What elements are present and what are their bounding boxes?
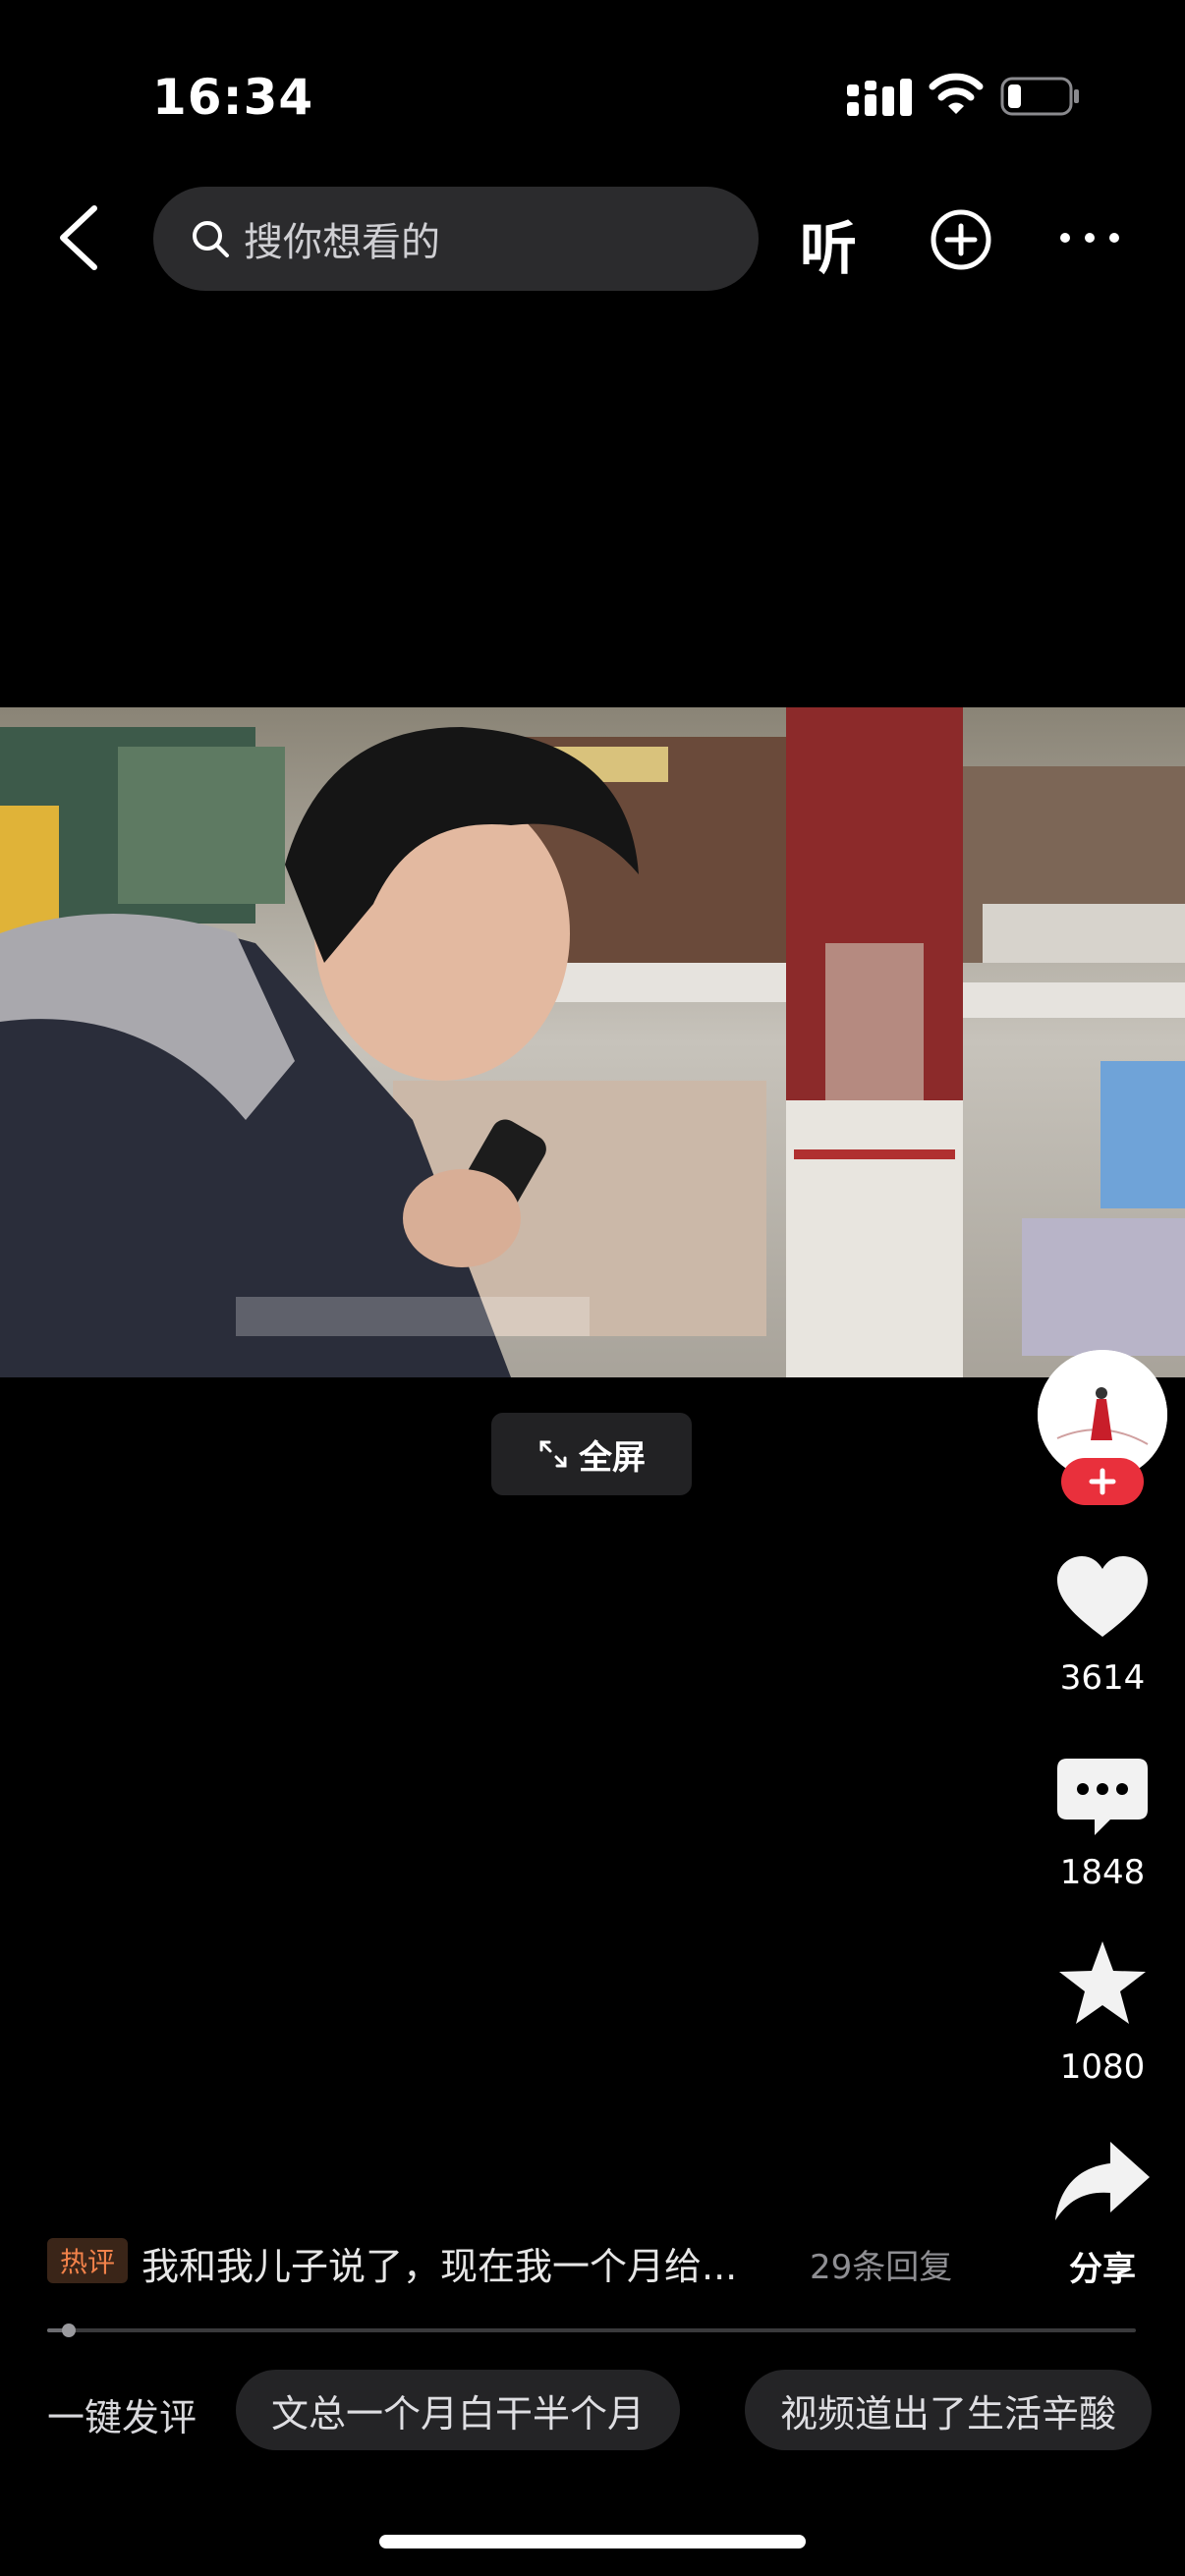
follow-button[interactable]: [1061, 1458, 1144, 1505]
status-time: 16:34: [152, 69, 314, 126]
listen-button[interactable]: 听: [800, 202, 857, 285]
comment-icon[interactable]: [1051, 1753, 1154, 1841]
share-label: 分享: [1069, 2250, 1136, 2289]
like-icon[interactable]: [1051, 1552, 1154, 1641]
favorite-count: 1080: [1059, 2047, 1146, 2087]
share-icon[interactable]: [1051, 2138, 1154, 2226]
star-icon[interactable]: [1051, 1939, 1154, 2028]
progress-handle[interactable]: [62, 2324, 77, 2337]
more-icon[interactable]: [1057, 228, 1122, 248]
like-count: 3614: [1059, 1658, 1146, 1698]
wifi-icon: [929, 73, 984, 114]
quick-comment-label: 一键发评: [47, 2396, 198, 2439]
fullscreen-button[interactable]: 全屏: [491, 1413, 692, 1495]
quick-comment-chip[interactable]: 文总一个月白干半个月: [236, 2370, 681, 2450]
progress-track[interactable]: [47, 2328, 1136, 2332]
battery-icon: [1000, 77, 1079, 116]
plus-icon: [1089, 1468, 1116, 1495]
home-indicator[interactable]: [379, 2535, 806, 2548]
fullscreen-label: 全屏: [579, 1437, 646, 1478]
hot-comment-text[interactable]: 我和我儿子说了，现在我一个月给...: [141, 2236, 737, 2290]
quick-comment-chip[interactable]: 视频道出了生活辛酸: [745, 2370, 1153, 2450]
add-icon[interactable]: [930, 208, 992, 271]
back-button[interactable]: [55, 204, 104, 271]
search-placeholder: 搜你想看的: [244, 220, 440, 265]
expand-icon: [539, 1440, 567, 1468]
search-bar[interactable]: 搜你想看的: [153, 187, 759, 291]
reply-count-link[interactable]: 29条回复: [810, 2240, 952, 2288]
search-icon: [193, 221, 229, 257]
comment-count: 1848: [1059, 1853, 1146, 1892]
video-player[interactable]: [0, 707, 1185, 1377]
cellular-signal-icon: [847, 79, 912, 116]
hot-comment-tag: 热评: [47, 2238, 128, 2283]
video-frame-image: [0, 707, 1185, 1377]
